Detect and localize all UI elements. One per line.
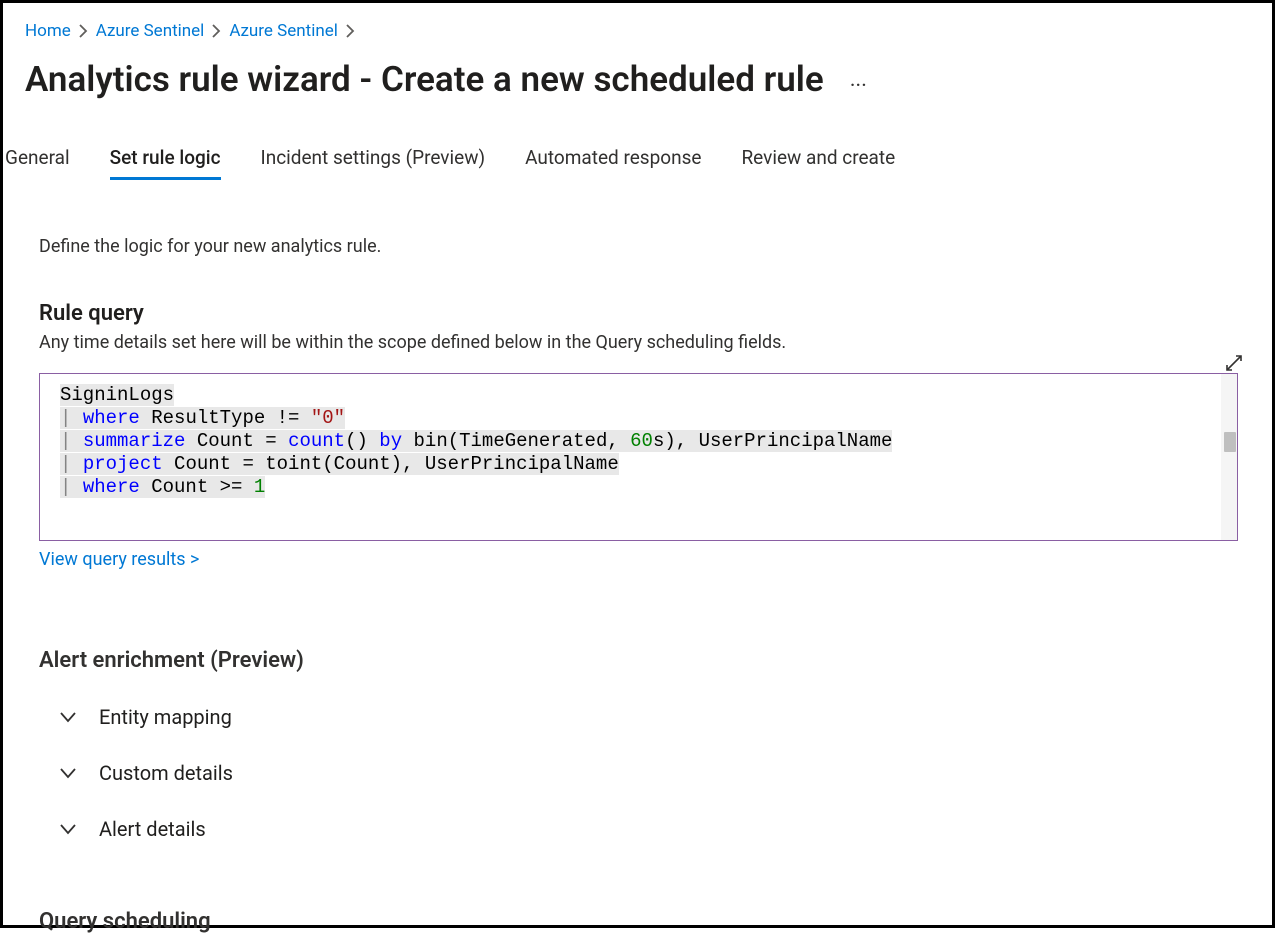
editor-scrollbar-thumb[interactable] [1224, 432, 1236, 452]
tab-general[interactable]: General [3, 142, 70, 180]
code-token: bin(TimeGenerated, [402, 430, 630, 452]
code-token: 1 [254, 476, 265, 498]
page-title: Analytics rule wizard - Create a new sch… [25, 59, 824, 100]
code-token: Count = toint(Count), UserPrincipalName [163, 453, 619, 475]
editor-scrollbar[interactable] [1221, 374, 1237, 540]
code-token: Count = [185, 430, 288, 452]
expand-editor-icon[interactable] [1224, 353, 1246, 375]
editor-gutter [40, 374, 60, 540]
code-token: ResultType != [151, 407, 311, 429]
intro-text: Define the logic for your new analytics … [39, 236, 1238, 257]
query-scheduling-title: Query scheduling [39, 909, 1238, 934]
code-token: where [83, 476, 140, 498]
chevron-right-icon [212, 24, 221, 38]
editor-lines: SigninLogs | where ResultType != "0" | s… [60, 384, 1219, 499]
code-token: project [83, 453, 163, 475]
alert-enrichment-title: Alert enrichment (Preview) [39, 648, 1238, 673]
code-token: Count >= [140, 476, 254, 498]
code-token: count [288, 430, 345, 452]
chevron-down-icon [59, 708, 77, 726]
chevron-down-icon [59, 820, 77, 838]
tab-automated-response[interactable]: Automated response [525, 142, 701, 180]
rule-query-description: Any time details set here will be within… [39, 332, 1238, 353]
breadcrumb: Home Azure Sentinel Azure Sentinel [25, 21, 1250, 41]
expander-label: Custom details [99, 761, 233, 785]
expander-label: Entity mapping [99, 705, 232, 729]
code-token: s), UserPrincipalName [653, 430, 892, 452]
tab-set-rule-logic[interactable]: Set rule logic [110, 142, 221, 180]
expander-entity-mapping[interactable]: Entity mapping [39, 695, 1238, 739]
code-token: 60 [630, 430, 653, 452]
code-token: () [345, 430, 379, 452]
view-query-results-link[interactable]: View query results > [39, 549, 199, 570]
rule-query-title: Rule query [39, 301, 1238, 326]
tabs: General Set rule logic Incident settings… [3, 142, 1250, 180]
chevron-right-icon [346, 24, 355, 38]
chevron-down-icon [59, 764, 77, 782]
code-token: by [379, 430, 402, 452]
code-token: summarize [83, 430, 186, 452]
breadcrumb-azure-sentinel-1[interactable]: Azure Sentinel [96, 21, 205, 41]
expander-custom-details[interactable]: Custom details [39, 751, 1238, 795]
expander-alert-details[interactable]: Alert details [39, 807, 1238, 851]
rule-query-editor[interactable]: SigninLogs | where ResultType != "0" | s… [39, 373, 1238, 541]
tab-incident-settings[interactable]: Incident settings (Preview) [261, 142, 486, 180]
expander-label: Alert details [99, 817, 206, 841]
tab-review-and-create[interactable]: Review and create [741, 142, 895, 180]
breadcrumb-home[interactable]: Home [25, 21, 71, 41]
code-token: "0" [311, 407, 345, 429]
code-token: SigninLogs [60, 384, 174, 406]
more-actions-icon[interactable]: ··· [850, 74, 867, 99]
code-token: where [83, 407, 140, 429]
chevron-right-icon [79, 24, 88, 38]
breadcrumb-azure-sentinel-2[interactable]: Azure Sentinel [229, 21, 338, 41]
